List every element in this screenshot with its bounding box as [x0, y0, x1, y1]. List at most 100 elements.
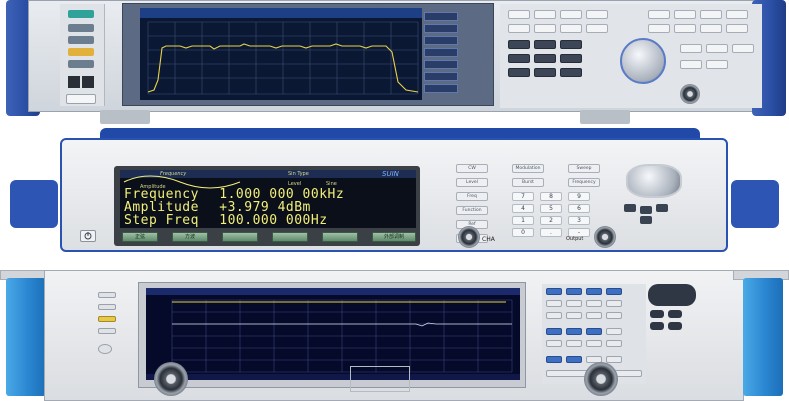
bottom-key[interactable]: [606, 312, 622, 319]
bottom-left-button[interactable]: [98, 304, 116, 310]
bottom-arrow-key[interactable]: [668, 310, 682, 318]
top-key[interactable]: [586, 24, 608, 33]
top-key[interactable]: [560, 10, 582, 19]
top-softkey-1[interactable]: [424, 12, 458, 21]
top-key[interactable]: [700, 10, 722, 19]
top-softkey-4[interactable]: [424, 48, 458, 57]
top-numkey[interactable]: [534, 68, 556, 77]
bottom-key-blue[interactable]: [546, 288, 562, 295]
middle-numkey[interactable]: 3: [568, 216, 590, 225]
middle-softkey-3[interactable]: [222, 232, 258, 242]
bottom-key[interactable]: [586, 300, 602, 307]
top-softkey-7[interactable]: [424, 84, 458, 93]
top-key[interactable]: [726, 10, 748, 19]
middle-numkey[interactable]: 5: [540, 204, 562, 213]
bottom-key[interactable]: [546, 312, 562, 319]
bottom-key-blue[interactable]: [606, 288, 622, 295]
middle-cha-connector[interactable]: [458, 226, 480, 248]
top-key[interactable]: [534, 24, 556, 33]
middle-arrow-right[interactable]: [656, 204, 668, 212]
bottom-key[interactable]: [606, 340, 622, 347]
top-rf-input-connector[interactable]: [680, 84, 700, 104]
middle-numkey[interactable]: 7: [512, 192, 534, 201]
middle-softkey-5[interactable]: [322, 232, 358, 242]
middle-numkey[interactable]: 6: [568, 204, 590, 213]
bottom-key-blue[interactable]: [546, 328, 562, 335]
top-print-button[interactable]: [68, 48, 94, 56]
bottom-left-button[interactable]: [98, 328, 116, 334]
top-key[interactable]: [648, 24, 670, 33]
bottom-key-blue[interactable]: [566, 356, 582, 363]
top-power-button[interactable]: [66, 94, 96, 104]
top-arrow-key[interactable]: [706, 44, 728, 53]
bottom-rotary-knob[interactable]: [648, 284, 696, 306]
top-softkey-3[interactable]: [424, 36, 458, 45]
bottom-key[interactable]: [606, 328, 622, 335]
middle-numkey[interactable]: 8: [540, 192, 562, 201]
middle-rotary-knob[interactable]: [626, 164, 682, 198]
top-softkey-5[interactable]: [424, 60, 458, 69]
top-file-button[interactable]: [68, 36, 94, 44]
top-numkey[interactable]: [534, 54, 556, 63]
middle-func-key-cw[interactable]: CW: [456, 164, 488, 173]
bottom-left-button[interactable]: [98, 292, 116, 298]
middle-numkey[interactable]: 4: [512, 204, 534, 213]
top-key[interactable]: [508, 24, 530, 33]
bottom-key-blue[interactable]: [566, 328, 582, 335]
middle-arrow-up[interactable]: [640, 206, 652, 214]
top-key[interactable]: [534, 10, 556, 19]
top-numkey[interactable]: [560, 40, 582, 49]
middle-arrow-left[interactable]: [624, 204, 636, 212]
bottom-arrow-key[interactable]: [650, 310, 664, 318]
top-softkey-2[interactable]: [424, 24, 458, 33]
bottom-key[interactable]: [566, 340, 582, 347]
middle-func-key-sweep[interactable]: Sweep: [568, 164, 600, 173]
middle-numkey[interactable]: 2: [540, 216, 562, 225]
middle-numkey[interactable]: .: [540, 228, 562, 237]
top-key[interactable]: [508, 10, 530, 19]
middle-numkey[interactable]: 9: [568, 192, 590, 201]
middle-func-key-level[interactable]: Level: [456, 178, 488, 187]
bottom-key-blue[interactable]: [586, 288, 602, 295]
top-arrow-key[interactable]: [706, 60, 728, 69]
bottom-key[interactable]: [546, 340, 562, 347]
middle-softkey-6[interactable]: 外部调制: [372, 232, 416, 242]
top-help-button[interactable]: [68, 60, 94, 68]
bottom-key-blue[interactable]: [586, 328, 602, 335]
top-key[interactable]: [674, 24, 696, 33]
top-numkey[interactable]: [508, 68, 530, 77]
top-numkey[interactable]: [508, 40, 530, 49]
top-preset-button[interactable]: [68, 10, 94, 18]
middle-func-key-function[interactable]: Function: [456, 206, 488, 215]
middle-arrow-down[interactable]: [640, 216, 652, 224]
bottom-power-button[interactable]: [98, 344, 112, 354]
top-softkey-6[interactable]: [424, 72, 458, 81]
bottom-key[interactable]: [566, 312, 582, 319]
middle-func-key-modulation[interactable]: Modulation: [512, 164, 544, 173]
middle-output-connector[interactable]: [594, 226, 616, 248]
bottom-key-blue[interactable]: [566, 288, 582, 295]
bottom-key[interactable]: [606, 356, 622, 363]
top-key[interactable]: [674, 10, 696, 19]
top-key[interactable]: [700, 24, 722, 33]
top-numkey[interactable]: [560, 68, 582, 77]
middle-numkey[interactable]: 1: [512, 216, 534, 225]
middle-func-key-frequency[interactable]: Frequency: [568, 178, 600, 187]
bottom-key[interactable]: [606, 300, 622, 307]
top-key[interactable]: [648, 10, 670, 19]
bottom-left-button-yellow[interactable]: [98, 316, 116, 322]
bottom-arrow-key[interactable]: [668, 322, 682, 330]
bottom-arrow-key[interactable]: [650, 322, 664, 330]
middle-power-button[interactable]: [80, 230, 96, 242]
top-setup-button[interactable]: [68, 24, 94, 32]
top-key[interactable]: [726, 24, 748, 33]
bottom-key[interactable]: [546, 300, 562, 307]
top-numkey[interactable]: [534, 40, 556, 49]
bottom-port-1-connector[interactable]: [154, 362, 188, 396]
bottom-key[interactable]: [566, 300, 582, 307]
top-key[interactable]: [586, 10, 608, 19]
top-arrow-key[interactable]: [680, 44, 702, 53]
middle-func-key-burst[interactable]: Burst: [512, 178, 544, 187]
top-arrow-key[interactable]: [680, 60, 702, 69]
top-key[interactable]: [560, 24, 582, 33]
